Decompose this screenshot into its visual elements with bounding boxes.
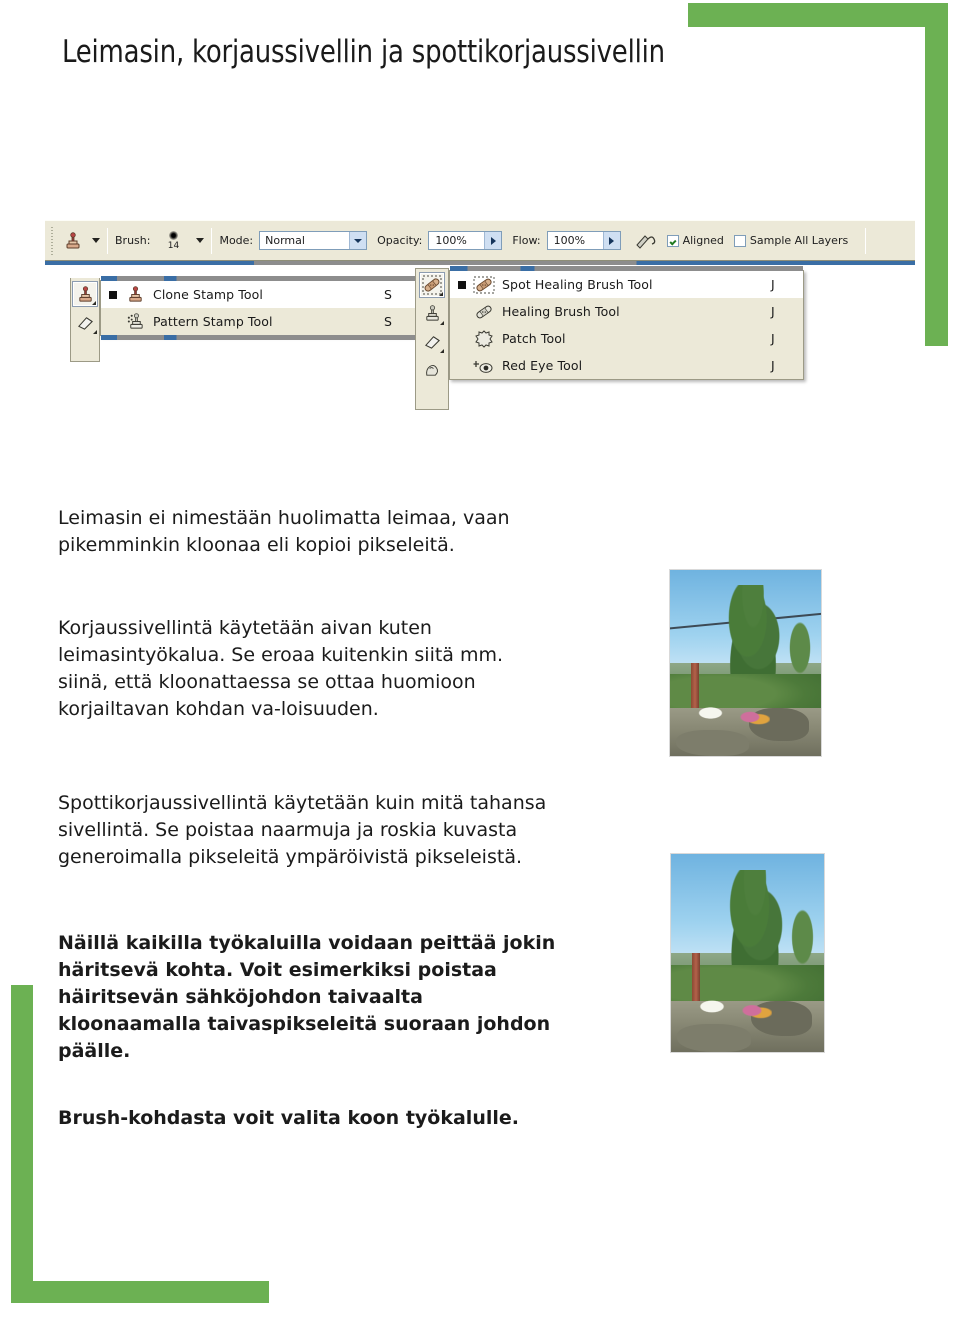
photoshop-options-bar: Brush: 14 Mode: Normal Opacity: 100% Flo… [45, 220, 915, 265]
menu-item-shortcut: J [771, 331, 775, 346]
photo-landscape-with-power-line [669, 569, 822, 757]
sample-all-layers-checkbox[interactable] [733, 234, 746, 247]
paragraph-korjaussivellin: Korjaussivellintä käytetään aivan kuten … [58, 617, 504, 720]
opacity-value: 100% [435, 234, 467, 247]
paragraph-leimasin: Leimasin ei nimestään huolimatta leimaa,… [58, 507, 510, 556]
flyout-corner-icon [439, 292, 443, 296]
green-accent-top-right [688, 3, 948, 27]
menu-item-label: Pattern Stamp Tool [153, 314, 273, 329]
green-accent-right [925, 3, 948, 346]
stamp-tool-column [70, 278, 100, 362]
flow-label: Flow: [512, 234, 541, 247]
menu-item-healing-brush-tool[interactable]: Healing Brush Tool J [450, 298, 803, 325]
flow-value: 100% [553, 234, 586, 247]
flyout-corner-icon [93, 330, 97, 334]
photo-rock [676, 729, 749, 756]
photo-small-tree [784, 610, 815, 678]
aligned-checkbox[interactable] [666, 234, 679, 247]
toolbar-eraser-icon[interactable] [72, 309, 98, 335]
healing-brush-flyout-menu[interactable]: Spot Healing Brush Tool J Healing Brush … [449, 266, 804, 380]
spot-healing-brush-icon [471, 274, 497, 296]
paragraph-kaikilla-tyokaluilla: Näillä kaikilla työkaluilla voidaan peit… [58, 932, 556, 1062]
brush-label: Brush: [115, 234, 151, 247]
aligned-checkbox-group[interactable]: Aligned [666, 234, 724, 247]
flyout-corner-icon [440, 321, 444, 325]
options-divider-2 [211, 227, 213, 254]
tool-preset-chevron-down-icon[interactable] [92, 238, 100, 243]
flyout-corner-icon [92, 301, 96, 305]
pattern-stamp-icon [122, 311, 148, 333]
healing-brush-icon [471, 301, 497, 323]
toolbar-eraser-icon[interactable] [419, 328, 445, 354]
menu-item-shortcut: S [384, 314, 392, 329]
aligned-label: Aligned [682, 234, 724, 247]
menu-item-pattern-stamp-tool[interactable]: Pattern Stamp Tool S [101, 308, 416, 335]
page-title: Leimasin, korjaussivellin ja spottikorja… [62, 34, 665, 70]
photo-landscape-power-line-removed [670, 853, 825, 1053]
toolbar-smudge-icon[interactable] [419, 356, 445, 382]
menu-item-shortcut: S [384, 287, 392, 302]
menu-item-shortcut: J [771, 304, 775, 319]
menu-item-label: Spot Healing Brush Tool [502, 277, 653, 292]
red-eye-icon [471, 355, 497, 377]
patch-icon [471, 328, 497, 350]
toolbar-clone-stamp-icon[interactable] [419, 300, 445, 326]
healing-tool-column [415, 268, 449, 410]
brush-tip-icon [168, 230, 178, 240]
menu-item-label: Healing Brush Tool [502, 304, 620, 319]
menu-item-red-eye-tool[interactable]: Red Eye Tool J [450, 352, 803, 379]
sample-all-layers-label: Sample All Layers [749, 234, 849, 247]
mode-select[interactable]: Normal [259, 231, 368, 250]
mode-value: Normal [265, 234, 305, 247]
paragraph-spottikorjaus: Spottikorjaussivellintä käytetään kuin m… [58, 792, 547, 868]
mode-label: Mode: [219, 234, 254, 247]
menu-item-label: Red Eye Tool [502, 358, 583, 373]
menu-item-label: Patch Tool [502, 331, 566, 346]
selected-bullet-icon [456, 280, 468, 289]
paragraph-brush-kohdasta: Brush-kohdasta voit valita koon työkalul… [58, 1107, 519, 1129]
menu-item-shortcut: J [771, 277, 775, 292]
photo-pink-flowers [732, 998, 772, 1023]
photo-white-flowers [689, 994, 736, 1019]
opacity-slider-arrow-icon[interactable] [484, 232, 502, 249]
menu-item-clone-stamp-tool[interactable]: Clone Stamp Tool S [101, 281, 416, 308]
green-accent-bottom-left [11, 1281, 269, 1303]
opacity-input[interactable]: 100% [428, 231, 503, 250]
sample-all-layers-checkbox-group[interactable]: Sample All Layers [733, 234, 849, 247]
options-bar-grip[interactable] [49, 226, 58, 255]
menu-item-spot-healing-brush-tool[interactable]: Spot Healing Brush Tool J [450, 271, 803, 298]
selected-bullet-icon [107, 290, 119, 299]
photo-red-post [691, 663, 699, 708]
flow-slider-arrow-icon[interactable] [602, 232, 620, 249]
clone-stamp-icon [122, 284, 148, 306]
clone-stamp-icon[interactable] [60, 229, 86, 253]
photoshop-screenshot: Brush: 14 Mode: Normal Opacity: 100% Flo… [45, 220, 915, 420]
flyout-bottom-bar [101, 335, 416, 340]
airbrush-icon[interactable] [633, 229, 659, 253]
toolbar-clone-stamp-icon[interactable] [72, 281, 98, 307]
clone-stamp-flyout-menu[interactable]: Clone Stamp Tool S Pattern Stamp Tool S [100, 276, 417, 340]
menu-item-patch-tool[interactable]: Patch Tool J [450, 325, 803, 352]
opacity-label: Opacity: [377, 234, 423, 247]
photo-pink-flowers [730, 705, 770, 729]
photo-small-tree [787, 897, 818, 969]
photo-rock [677, 1024, 751, 1052]
photo-red-post [692, 953, 701, 1001]
brush-chevron-down-icon[interactable] [196, 238, 205, 243]
options-divider-3 [865, 227, 867, 254]
green-accent-left [11, 985, 33, 1303]
mode-chevron-down-icon[interactable] [349, 232, 367, 249]
brush-size-value: 14 [167, 240, 180, 251]
flyout-corner-icon [440, 349, 444, 353]
options-divider-1 [107, 227, 108, 254]
flow-input[interactable]: 100% [546, 231, 621, 250]
menu-item-shortcut: J [771, 358, 775, 373]
brush-preview[interactable]: 14 [156, 230, 190, 251]
toolbar-spot-healing-brush-icon[interactable] [419, 272, 445, 298]
menu-item-label: Clone Stamp Tool [153, 287, 263, 302]
slide-canvas: Leimasin, korjaussivellin ja spottikorja… [0, 0, 960, 1330]
photo-white-flowers [688, 702, 734, 725]
